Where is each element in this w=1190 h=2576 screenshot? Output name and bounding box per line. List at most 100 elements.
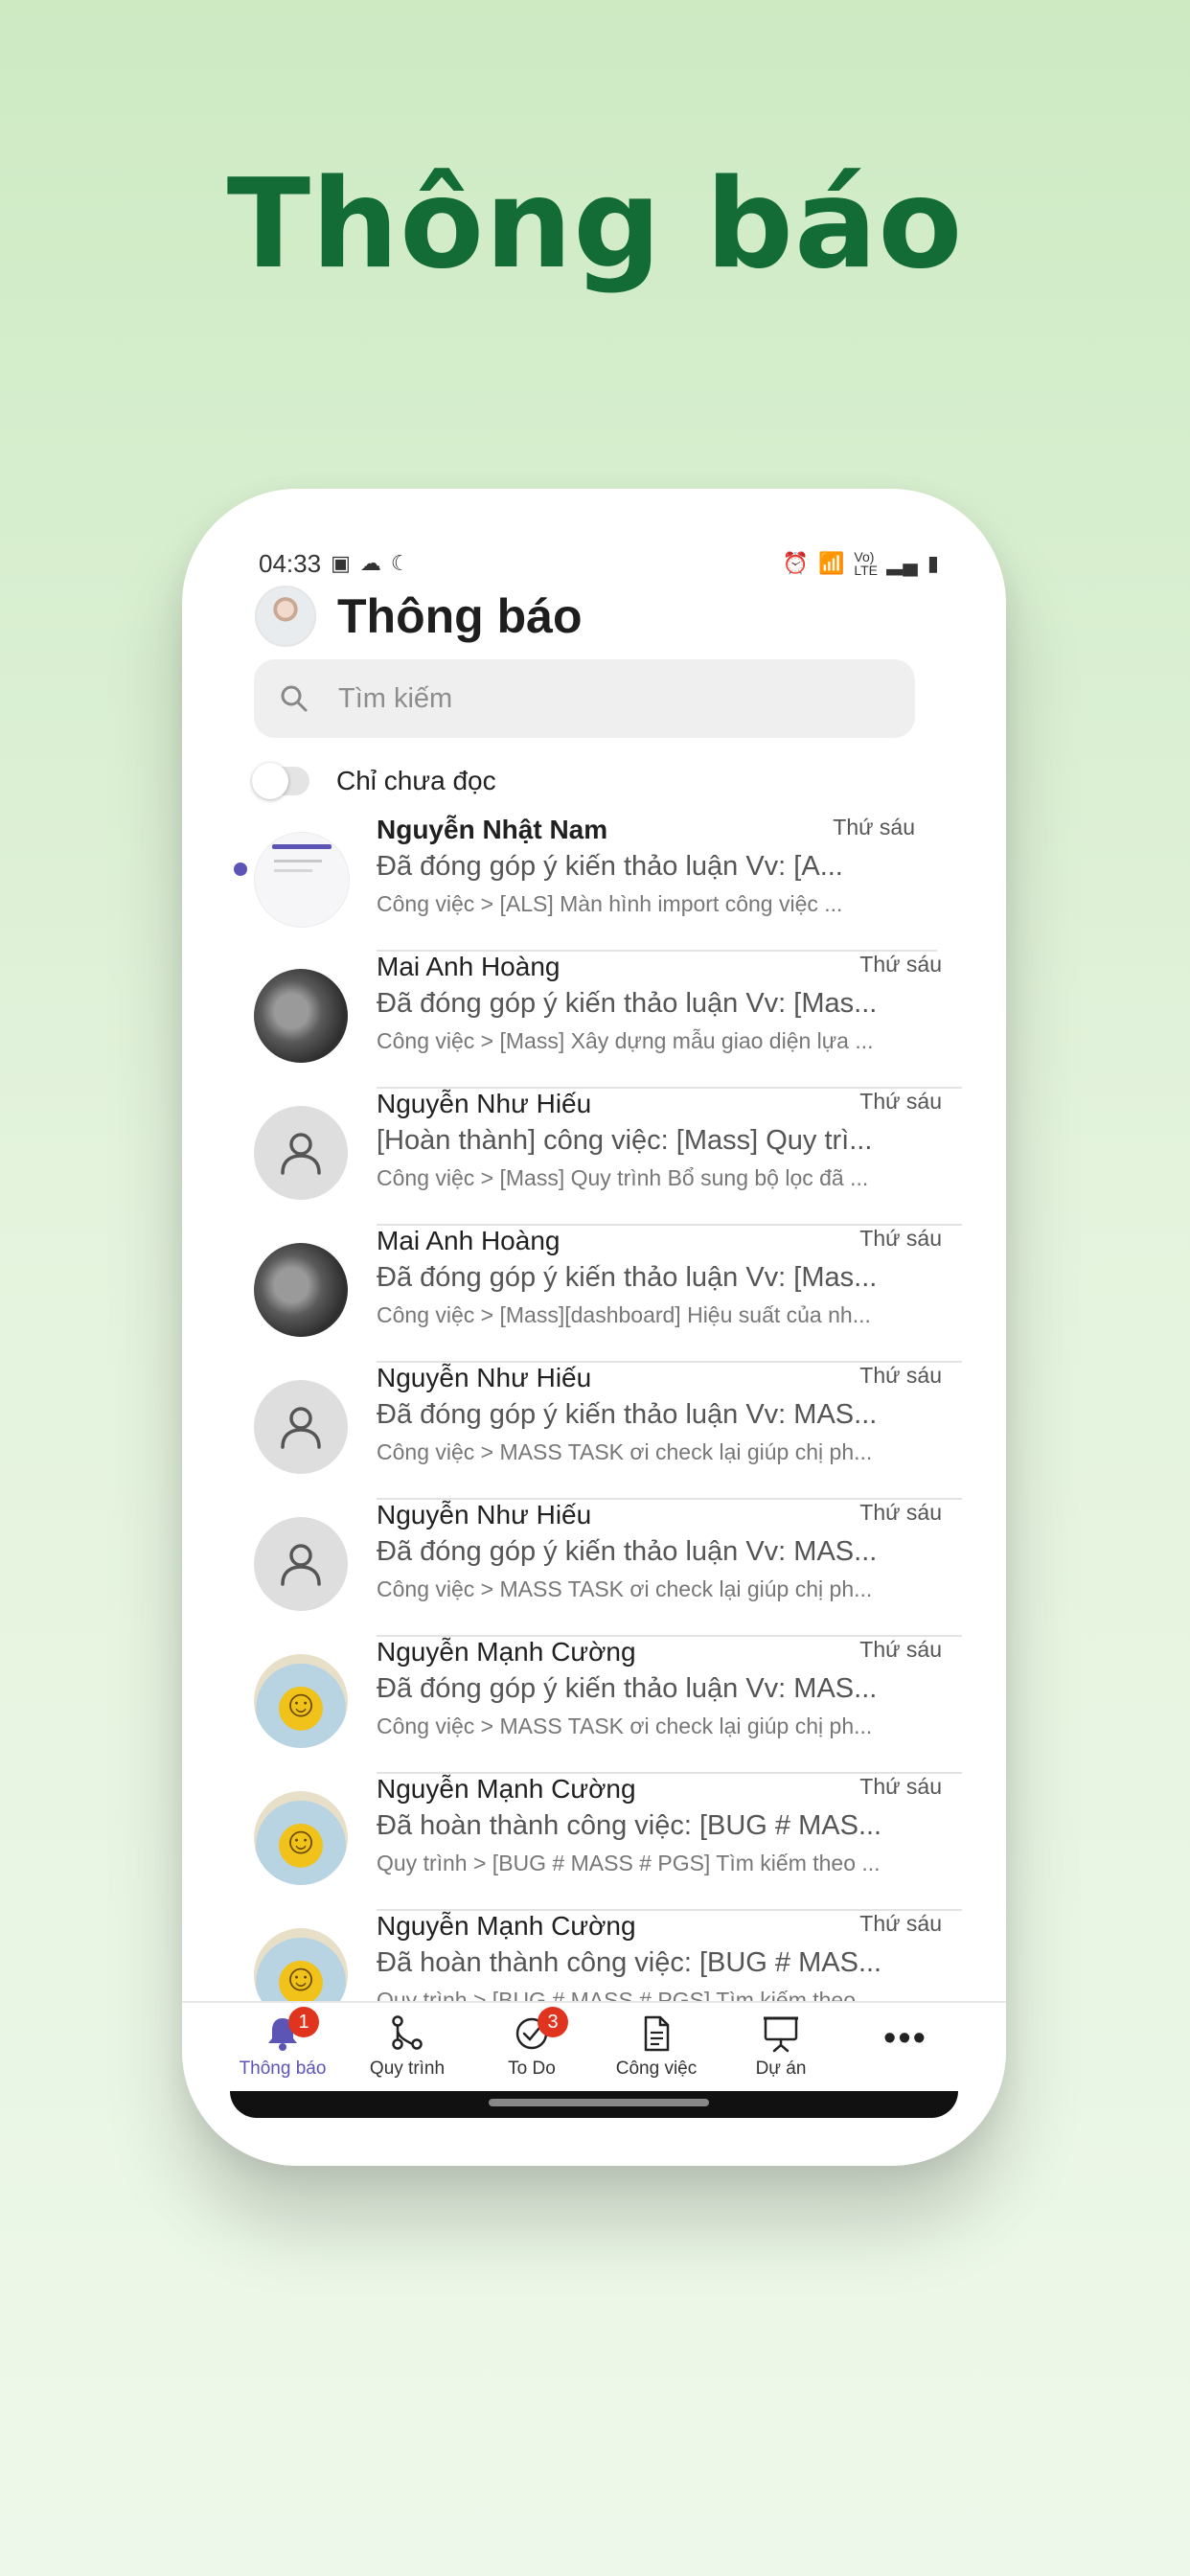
sender-name: Nguyễn Mạnh Cường — [377, 1637, 636, 1667]
status-time: 04:33 — [259, 548, 322, 578]
notification-item[interactable]: Nguyễn Như Hiếu [Hoàn thành] công việc: … — [182, 1089, 1006, 1226]
signal-icon: ▂▄ — [886, 551, 918, 575]
more-icon: ••• — [883, 2018, 927, 2058]
notification-message: [Hoàn thành] công việc: [Mass] Quy trì..… — [377, 1125, 873, 1156]
weather-icon: ☁ — [359, 551, 381, 575]
sender-name: Nguyễn Như Hiếu — [377, 1363, 592, 1392]
tab-more[interactable]: ••• — [848, 2003, 963, 2059]
moon-icon: ☾ — [390, 551, 410, 575]
notification-time: Thứ sáu — [859, 1500, 942, 1525]
tab-todo[interactable]: 3 To Do — [474, 2003, 589, 2080]
notification-breadcrumb: Công việc > [Mass][dashboard] Hiệu suất … — [377, 1302, 871, 1327]
notification-breadcrumb: Quy trình > [BUG # MASS # PGS] Tìm kiếm … — [377, 1851, 881, 1875]
notification-time: Thứ sáu — [859, 1637, 942, 1662]
tab-workflow[interactable]: Quy trình — [350, 2003, 465, 2080]
sender-avatar: ☺ — [254, 1928, 348, 2003]
notification-item[interactable]: ☺ Nguyễn Mạnh Cường Đã hoàn thành công v… — [182, 1774, 1006, 1911]
sender-avatar: ☺ — [254, 1791, 348, 1885]
notification-item[interactable]: Mai Anh Hoàng Đã đóng góp ý kiến thảo lu… — [182, 952, 1006, 1089]
unread-toggle[interactable] — [252, 763, 309, 799]
todo-badge: 3 — [538, 2007, 568, 2037]
sender-name: Nguyễn Nhật Nam — [377, 815, 608, 844]
notification-item[interactable]: Nguyễn Như Hiếu Đã đóng góp ý kiến thảo … — [182, 1500, 1006, 1637]
sender-avatar — [254, 832, 350, 928]
sender-avatar — [254, 1243, 348, 1337]
notification-message: Đã đóng góp ý kiến thảo luận Vv: MAS... — [377, 1536, 878, 1567]
tab-label: Thông báo — [239, 2058, 327, 2079]
notification-message: Đã đóng góp ý kiến thảo luận Vv: [Mas... — [377, 1262, 878, 1293]
smiley-icon: ☺ — [281, 1682, 321, 1725]
notification-breadcrumb: Công việc > [ALS] Màn hình import công v… — [377, 891, 843, 916]
person-icon — [281, 1544, 321, 1586]
tab-label: Dự án — [755, 2058, 807, 2079]
notification-time: Thứ sáu — [859, 1774, 942, 1799]
notification-item[interactable]: Nguyễn Nhật Nam Đã đóng góp ý kiến thảo … — [182, 815, 1006, 952]
search-icon — [281, 685, 308, 712]
sender-avatar — [254, 1380, 348, 1474]
notification-time: Thứ sáu — [859, 952, 942, 977]
notification-message: Đã hoàn thành công việc: [BUG # MAS... — [377, 1947, 882, 1978]
alarm-icon: ⏰ — [782, 551, 809, 575]
tab-label: To Do — [508, 2058, 556, 2079]
notification-message: Đã hoàn thành công việc: [BUG # MAS... — [377, 1810, 882, 1841]
notification-message: Đã đóng góp ý kiến thảo luận Vv: MAS... — [377, 1673, 878, 1704]
sender-avatar — [254, 969, 348, 1063]
phone-frame: 04:33 ▣ ☁ ☾ ⏰ 📶 Vo) LTE ▂▄ ▮ Thông báo T… — [182, 489, 1006, 2166]
smiley-icon: ☺ — [281, 1819, 321, 1862]
battery-icon: ▮ — [927, 551, 939, 575]
person-icon — [281, 1133, 321, 1175]
tab-label: Quy trình — [369, 2058, 446, 2079]
network-type: Vo) LTE — [854, 549, 879, 578]
notification-item[interactable]: Nguyễn Như Hiếu Đã đóng góp ý kiến thảo … — [182, 1363, 1006, 1500]
tab-notifications[interactable]: 1 Thông báo — [225, 2003, 340, 2080]
notification-time: Thứ sáu — [859, 1911, 942, 1936]
gallery-icon: ▣ — [331, 551, 351, 575]
tab-tasks[interactable]: Công việc — [599, 2003, 714, 2080]
status-bar: 04:33 ▣ ☁ ☾ ⏰ 📶 Vo) LTE ▂▄ ▮ — [259, 544, 939, 583]
notification-breadcrumb: Công việc > MASS TASK ơi check lại giúp … — [377, 1439, 873, 1464]
unread-dot — [234, 862, 247, 876]
user-avatar[interactable] — [255, 586, 316, 647]
notification-breadcrumb: Công việc > [Mass] Quy trình Bổ sung bộ … — [377, 1165, 869, 1190]
notification-breadcrumb: Công việc > MASS TASK ơi check lại giúp … — [377, 1576, 873, 1601]
sender-avatar — [254, 1106, 348, 1200]
workflow-icon — [392, 2015, 423, 2050]
tab-label: Công việc — [615, 2058, 698, 2079]
search-input[interactable]: Tìm kiếm — [254, 659, 915, 738]
notification-item[interactable]: ☺ Nguyễn Mạnh Cường Đã đóng góp ý kiến t… — [182, 1637, 1006, 1774]
notification-time: Thứ sáu — [859, 1363, 942, 1388]
notification-item[interactable]: Mai Anh Hoàng Đã đóng góp ý kiến thảo lu… — [182, 1226, 1006, 1363]
sender-avatar: ☺ — [254, 1654, 348, 1748]
notification-badge: 1 — [288, 2007, 319, 2037]
notification-list: Nguyễn Nhật Nam Đã đóng góp ý kiến thảo … — [182, 815, 1006, 2003]
person-icon — [281, 1407, 321, 1449]
tab-projects[interactable]: Dự án — [723, 2003, 838, 2080]
sender-avatar — [254, 1517, 348, 1611]
sender-name: Nguyễn Như Hiếu — [377, 1500, 592, 1530]
presentation-icon — [764, 2016, 798, 2053]
notification-time: Thứ sáu — [833, 815, 915, 840]
sender-name: Mai Anh Hoàng — [377, 1226, 561, 1255]
toggle-knob — [252, 763, 288, 799]
notification-breadcrumb: Công việc > MASS TASK ơi check lại giúp … — [377, 1714, 873, 1738]
home-indicator[interactable] — [489, 2099, 709, 2106]
sender-name: Mai Anh Hoàng — [377, 952, 561, 981]
sender-name: Nguyễn Như Hiếu — [377, 1089, 592, 1118]
header: Thông báo — [255, 581, 583, 652]
sender-name: Nguyễn Mạnh Cường — [377, 1774, 636, 1804]
notification-message: Đã đóng góp ý kiến thảo luận Vv: [A... — [377, 851, 843, 882]
notification-time: Thứ sáu — [859, 1226, 942, 1251]
notification-message: Đã đóng góp ý kiến thảo luận Vv: [Mas... — [377, 988, 878, 1019]
unread-filter-label: Chỉ chưa đọc — [336, 766, 496, 795]
wifi-icon: 📶 — [817, 551, 845, 575]
sender-name: Nguyễn Mạnh Cường — [377, 1911, 636, 1941]
hero-title: Thông báo — [226, 153, 964, 296]
notification-time: Thứ sáu — [859, 1089, 942, 1114]
notification-breadcrumb: Công việc > [Mass] Xây dựng mẫu giao diệ… — [377, 1028, 874, 1053]
unread-filter: Chỉ chưa đọc — [252, 759, 496, 803]
page-title: Thông báo — [337, 589, 583, 643]
notification-item[interactable]: ☺ Nguyễn Mạnh Cường Đã hoàn thành công v… — [182, 1911, 1006, 2003]
bottom-tab-bar: 1 Thông báo Quy trình 3 To Do Công việc … — [182, 2001, 1006, 2097]
document-icon — [644, 2015, 670, 2052]
smiley-icon: ☺ — [281, 1956, 321, 1999]
